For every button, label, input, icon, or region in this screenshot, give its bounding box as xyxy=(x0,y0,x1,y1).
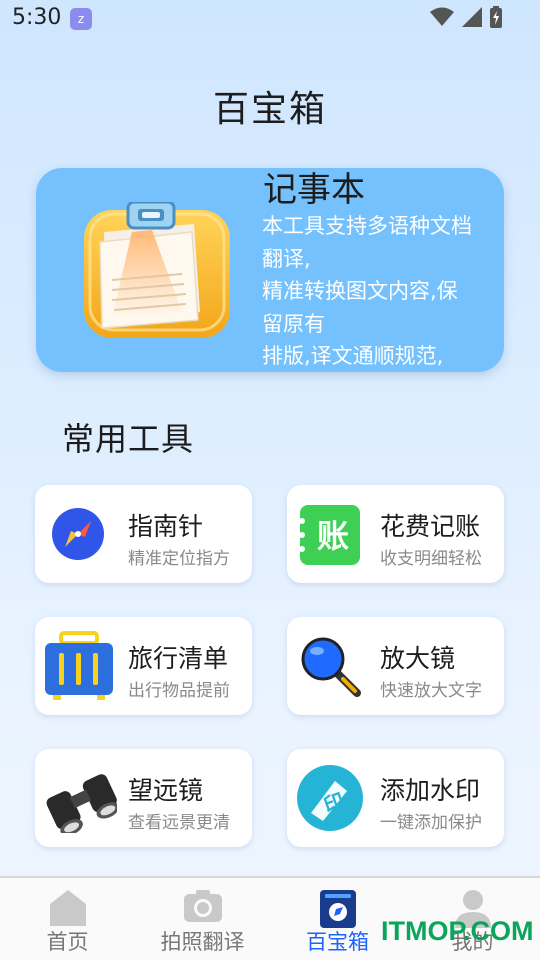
magnifier-icon xyxy=(301,637,361,697)
tool-name: 旅行清单 xyxy=(128,644,229,673)
status-time: 5:30 xyxy=(12,5,62,30)
nav-label: 拍照翻译 xyxy=(160,930,245,954)
battery-icon xyxy=(490,6,502,28)
tool-name: 花费记账 xyxy=(380,512,481,541)
section-title: 常用工具 xyxy=(62,420,195,458)
tool-card-magnifier[interactable]: 放大镜 快速放大文字 xyxy=(287,617,504,715)
tool-card-telescope[interactable]: 望远镜 查看远景更清 xyxy=(35,749,252,847)
nav-photo-translate[interactable]: 拍照翻译 xyxy=(135,878,270,960)
compass-icon xyxy=(52,508,104,560)
notepad-illustration xyxy=(84,202,230,338)
banner-desc-line: 本工具支持多语种文档 xyxy=(262,214,472,238)
wifi-icon xyxy=(430,7,454,26)
signal-icon xyxy=(462,7,482,27)
tool-name: 添加水印 xyxy=(380,776,481,805)
banner-desc-line: 翻译, xyxy=(262,246,311,271)
tool-card-add-watermark[interactable]: 印 添加水印 一键添加保护 xyxy=(287,749,504,847)
tool-name: 指南针 xyxy=(128,512,204,541)
tool-subtitle: 精准定位指方 xyxy=(128,549,230,569)
tool-card-expense-ledger[interactable]: 账 花费记账 收支明细轻松 xyxy=(287,485,504,583)
tool-name: 望远镜 xyxy=(128,776,204,805)
banner-description: 本工具支持多语种文档 翻译, 精准转换图文内容,保 留原有 排版,译文通顺规范, xyxy=(262,210,490,372)
ledger-icon: 账 xyxy=(299,505,360,565)
watermark-stamp-icon: 印 xyxy=(297,765,363,831)
camera-icon xyxy=(183,890,222,922)
status-indicators xyxy=(430,6,502,28)
banner-title: 记事本 xyxy=(263,170,365,210)
nav-label: 首页 xyxy=(46,930,89,954)
ledger-icon-glyph: 账 xyxy=(317,517,349,555)
tool-card-compass[interactable]: 指南针 精准定位指方 xyxy=(35,485,252,583)
suitcase-icon xyxy=(45,631,113,700)
tool-name: 放大镜 xyxy=(380,644,456,673)
banner-desc-line: 排版,译文通顺规范, xyxy=(262,344,444,368)
tool-subtitle: 出行物品提前 xyxy=(128,681,230,701)
nav-home[interactable]: 首页 xyxy=(0,878,135,960)
tool-subtitle: 查看远景更清 xyxy=(128,813,230,833)
home-icon xyxy=(49,890,86,926)
toolbox-icon xyxy=(319,890,356,928)
binoculars-icon xyxy=(46,774,117,833)
site-watermark: ITMOP.COM xyxy=(381,916,534,946)
tool-subtitle: 一键添加保护 xyxy=(380,813,482,833)
status-bar: 5:30 z xyxy=(0,0,540,38)
banner-desc-line: 精准转换图文内容,保 xyxy=(262,279,458,303)
notification-app-icon: z xyxy=(70,8,92,30)
page-title: 百宝箱 xyxy=(212,89,327,130)
tool-subtitle: 收支明细轻松 xyxy=(380,549,482,569)
tool-subtitle: 快速放大文字 xyxy=(380,681,482,701)
tool-card-travel-list[interactable]: 旅行清单 出行物品提前 xyxy=(35,617,252,715)
banner-desc-line: 留原有 xyxy=(262,311,325,336)
notepad-banner-card[interactable]: 记事本 本工具支持多语种文档 翻译, 精准转换图文内容,保 留原有 排版,译文通… xyxy=(36,168,504,372)
